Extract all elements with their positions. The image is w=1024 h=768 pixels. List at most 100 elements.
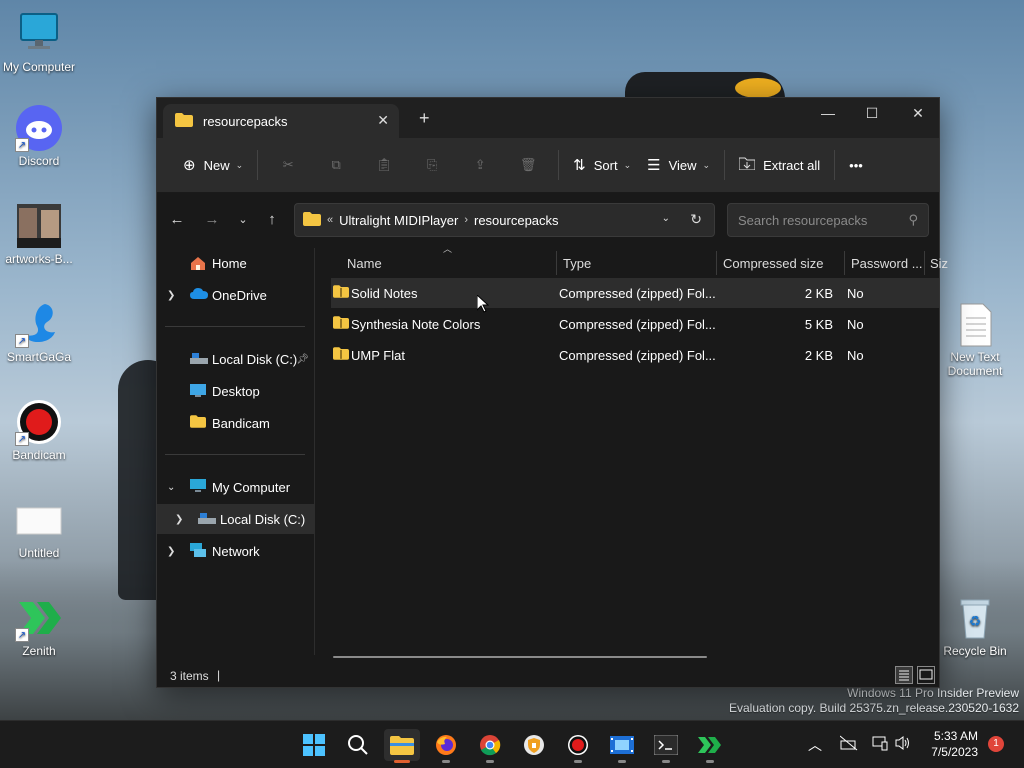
sidebar-item-home[interactable]: Home: [157, 248, 315, 278]
file-row[interactable]: Solid Notes Compressed (zipped) Fol... 2…: [331, 278, 939, 308]
zenith-taskbar-button[interactable]: [692, 729, 728, 763]
plus-circle-icon: ⊕: [183, 157, 196, 174]
terminal-taskbar-button[interactable]: [648, 729, 684, 763]
view-button[interactable]: ☰ View ⌄: [639, 148, 718, 182]
sort-button[interactable]: ⇅ Sort ⌄: [565, 148, 639, 182]
file-type: Compressed (zipped) Fol...: [559, 348, 716, 363]
sidebar-item-onedrive[interactable]: ❯ OneDrive: [157, 280, 315, 310]
column-divider[interactable]: [924, 251, 925, 275]
desktop-icon-artworks[interactable]: artworks-B...: [0, 202, 78, 266]
chevron-right-icon[interactable]: ❯: [167, 290, 175, 301]
close-window-button[interactable]: ✕: [895, 98, 941, 128]
desktop-icon-my-computer[interactable]: My Computer: [0, 10, 78, 74]
address-bar[interactable]: « Ultralight MIDIPlayer › resourcepacks …: [294, 203, 715, 237]
watermark-edition: Windows 11 Pro Insider Preview: [847, 686, 1019, 700]
rename-icon: ⎘: [426, 157, 438, 172]
running-indicator: [618, 760, 626, 763]
more-options-button[interactable]: •••: [841, 148, 871, 182]
file-compressed-size: 5 KB: [804, 317, 833, 332]
chevron-right-icon[interactable]: ❯: [167, 546, 175, 557]
sort-up-icon: ︿: [443, 244, 453, 254]
column-divider[interactable]: [844, 251, 845, 275]
tab-close-button[interactable]: ✕: [377, 112, 389, 129]
breadcrumb-separator-icon[interactable]: ›: [464, 214, 468, 226]
breadcrumb-ultralight-midiplayer[interactable]: Ultralight MIDIPlayer: [339, 213, 458, 228]
running-indicator: [574, 760, 582, 763]
column-header-type[interactable]: Type: [563, 248, 591, 278]
sidebar-item-network[interactable]: ❯ Network: [157, 536, 315, 566]
tab-resourcepacks[interactable]: resourcepacks ✕: [163, 104, 399, 138]
new-tab-button[interactable]: +: [419, 108, 430, 129]
desktop-icon-discord[interactable]: ↗ Discord: [0, 104, 78, 168]
minimize-button[interactable]: —: [805, 98, 851, 128]
address-dropdown-icon[interactable]: ⌄: [662, 213, 670, 224]
show-hidden-icons-button[interactable]: ︿: [808, 735, 822, 755]
up-arrow-icon[interactable]: ↑: [262, 211, 282, 228]
item-count: 3 items: [170, 669, 209, 683]
wallpaper-penguin-beak: [735, 78, 781, 98]
back-arrow-icon[interactable]: ←: [167, 211, 187, 228]
desktop-icon-zenith[interactable]: ↗ Zenith: [0, 594, 78, 658]
start-button[interactable]: [296, 729, 332, 761]
rename-button[interactable]: ⎘: [408, 148, 456, 182]
column-header-size[interactable]: Siz: [930, 248, 948, 278]
clipboard-icon: 📋︎: [375, 157, 393, 172]
paste-button[interactable]: 📋︎: [360, 148, 408, 182]
notification-badge[interactable]: 1: [988, 736, 1004, 752]
details-view-button[interactable]: [895, 666, 913, 684]
delete-button[interactable]: 🗑︎: [504, 148, 552, 182]
desktop-icon-untitled[interactable]: Untitled: [0, 496, 78, 560]
sidebar-item-my-computer[interactable]: ⌄ My Computer: [157, 472, 315, 502]
breadcrumb-resourcepacks[interactable]: resourcepacks: [474, 213, 559, 228]
taskbar: ︿ 5:33 AM 7/5/2023: [0, 720, 1024, 768]
extract-all-button[interactable]: Extract all: [731, 148, 828, 182]
large-icons-view-button[interactable]: [917, 666, 935, 684]
trash-icon: 🗑︎: [519, 157, 537, 172]
search-taskbar-button[interactable]: [340, 729, 376, 761]
desktop-icon-bandicam[interactable]: ↗ Bandicam: [0, 398, 78, 462]
network-disconnected-icon[interactable]: [839, 735, 858, 754]
refresh-icon[interactable]: ↻: [690, 211, 702, 228]
column-divider[interactable]: [716, 251, 717, 275]
sidebar-item-desktop[interactable]: Desktop: [157, 376, 315, 406]
address-overflow-icon[interactable]: «: [327, 214, 333, 226]
column-header-name[interactable]: Name ︿: [347, 244, 452, 278]
share-button[interactable]: ⇪: [456, 148, 504, 182]
file-row[interactable]: Synthesia Note Colors Compressed (zipped…: [331, 309, 939, 339]
forward-arrow-icon[interactable]: →: [202, 211, 222, 228]
desktop-icon-new-text-document[interactable]: New Text Document: [936, 300, 1014, 378]
search-box[interactable]: Search resourcepacks ⚲: [727, 203, 929, 237]
copy-button[interactable]: ⧉: [312, 148, 360, 182]
desktop-icon-recycle-bin[interactable]: ♻ Recycle Bin: [936, 594, 1014, 658]
file-row[interactable]: UMP Flat Compressed (zipped) Fol... 2 KB…: [331, 340, 939, 370]
chrome-taskbar-button[interactable]: [472, 729, 508, 763]
horizontal-scrollbar[interactable]: [333, 656, 707, 658]
desktop-icon-smartgaga[interactable]: ↗ SmartGaGa: [0, 300, 78, 364]
chevron-down-icon[interactable]: ⌄: [167, 482, 175, 493]
display-icon[interactable]: [872, 735, 888, 754]
view-lines-icon: ☰: [647, 157, 661, 174]
search-input[interactable]: Search resourcepacks: [738, 213, 867, 228]
active-indicator: [394, 760, 410, 763]
chevron-right-icon[interactable]: ❯: [175, 514, 183, 525]
maximize-button[interactable]: ☐: [849, 98, 895, 128]
new-button[interactable]: ⊕ New ⌄: [175, 148, 251, 182]
firefox-taskbar-button[interactable]: [428, 729, 464, 763]
sidebar-item-bandicam[interactable]: Bandicam: [157, 408, 315, 438]
bandicam-taskbar-button[interactable]: [560, 729, 596, 763]
recent-locations-chevron-icon[interactable]: ⌄: [233, 213, 253, 226]
column-header-compressed-size[interactable]: Compressed size: [723, 248, 823, 278]
blank-image-icon: [15, 496, 63, 544]
sidebar-item-local-disk[interactable]: ❯ Local Disk (C:): [157, 504, 315, 534]
privacy-browser-taskbar-button[interactable]: [516, 729, 552, 761]
column-header-password[interactable]: Password ...: [851, 248, 923, 278]
file-type: Compressed (zipped) Fol...: [559, 317, 716, 332]
pin-icon[interactable]: 📌︎: [296, 354, 309, 365]
file-explorer-taskbar-button[interactable]: [384, 729, 420, 763]
cut-button[interactable]: ✂: [264, 148, 312, 182]
clock[interactable]: 5:33 AM 7/5/2023: [918, 728, 978, 760]
video-editor-taskbar-button[interactable]: [604, 729, 640, 763]
sidebar-item-local-disk-pinned[interactable]: Local Disk (C:) 📌︎: [157, 344, 315, 374]
volume-icon[interactable]: [895, 735, 911, 754]
column-divider[interactable]: [556, 251, 557, 275]
